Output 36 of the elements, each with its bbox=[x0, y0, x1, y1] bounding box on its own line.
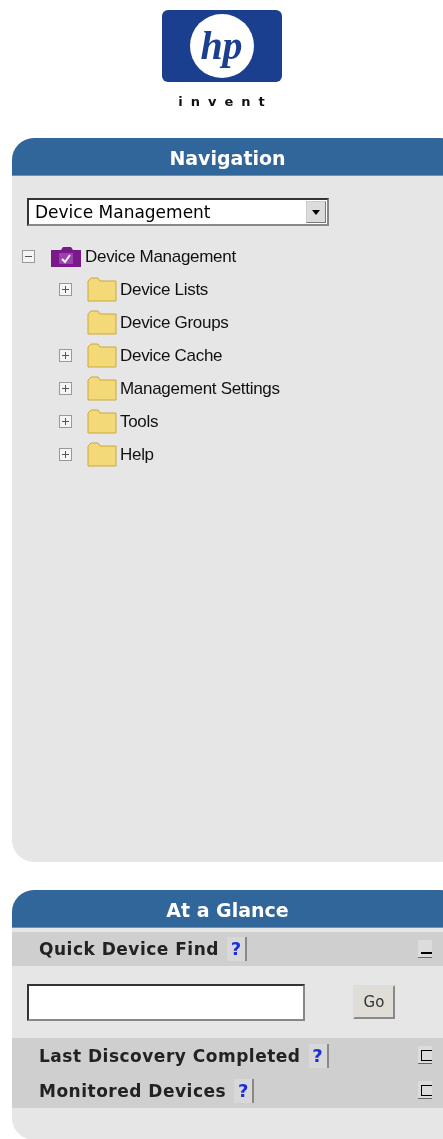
collapse-icon[interactable] bbox=[22, 250, 35, 263]
tree-item[interactable]: Device Cache bbox=[120, 345, 223, 366]
section-title: Quick Device Find bbox=[39, 939, 219, 959]
folder-icon bbox=[87, 277, 117, 302]
tree-item[interactable]: Management Settings bbox=[120, 378, 280, 399]
section-select[interactable]: Device Management bbox=[27, 198, 329, 226]
expand-icon[interactable] bbox=[59, 448, 72, 461]
panel-header: Navigation bbox=[12, 138, 443, 176]
tree-item[interactable]: Help bbox=[120, 444, 154, 465]
expand-icon[interactable] bbox=[59, 415, 72, 428]
expand-icon[interactable] bbox=[59, 382, 72, 395]
logo-tagline: invent bbox=[177, 94, 273, 109]
logo-mark: hp bbox=[200, 26, 243, 66]
folder-icon bbox=[87, 343, 117, 368]
device-search-field[interactable] bbox=[27, 983, 305, 1021]
tree-item[interactable]: Device Management bbox=[85, 246, 236, 267]
go-button[interactable]: Go bbox=[353, 985, 395, 1019]
help-button[interactable]: ? bbox=[234, 1078, 255, 1103]
expand-icon[interactable] bbox=[59, 349, 72, 362]
expand-icon[interactable] bbox=[59, 283, 72, 296]
tree-item[interactable]: Tools bbox=[120, 411, 159, 432]
section-title: Last Discovery Completed bbox=[39, 1045, 301, 1066]
folder-check-icon bbox=[50, 245, 82, 268]
restore-icon[interactable] bbox=[418, 1081, 432, 1099]
section-title: Monitored Devices bbox=[39, 1080, 227, 1101]
help-button[interactable]: ? bbox=[227, 937, 247, 961]
folder-icon bbox=[87, 442, 117, 467]
tree-item[interactable]: Device Groups bbox=[120, 312, 229, 333]
panel-header: At a Glance bbox=[12, 890, 443, 928]
restore-icon[interactable] bbox=[418, 1046, 432, 1064]
folder-icon bbox=[87, 310, 117, 335]
tree-item[interactable]: Device Lists bbox=[120, 279, 209, 300]
minimize-icon[interactable] bbox=[418, 940, 432, 958]
folder-icon bbox=[87, 409, 117, 434]
help-button[interactable]: ? bbox=[308, 1043, 329, 1068]
folder-icon bbox=[87, 376, 117, 401]
